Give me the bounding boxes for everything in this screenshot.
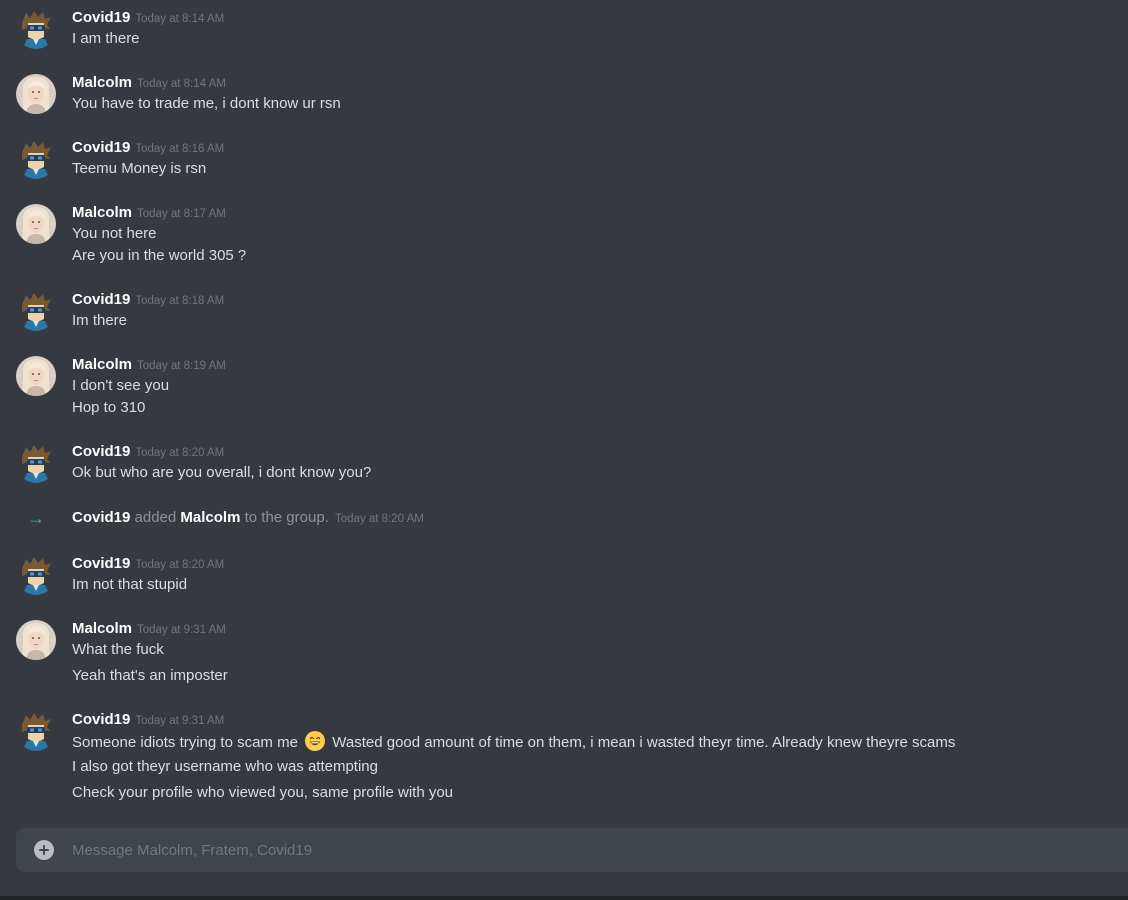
avatar[interactable]	[16, 291, 56, 331]
message-text: What the fuck	[72, 641, 164, 658]
message-text: Yeah that's an imposter	[72, 667, 228, 684]
avatar[interactable]	[16, 620, 56, 660]
message-text-part: Someone idiots trying to scam me	[72, 734, 298, 751]
avatar[interactable]	[16, 555, 56, 595]
avatar[interactable]	[16, 356, 56, 396]
message-text: I also got theyr username who was attemp…	[72, 758, 378, 775]
message-header: Covid19 Today at 8:16 AM	[72, 138, 224, 159]
author-name[interactable]: Covid19	[72, 443, 130, 460]
author-name[interactable]: Covid19	[72, 139, 130, 156]
message-input[interactable]	[72, 828, 1112, 872]
message-text: Are you in the world 305 ?	[72, 247, 247, 264]
message-header: Covid19 Today at 9:31 AM	[72, 710, 224, 731]
message-text: Check your profile who viewed you, same …	[72, 784, 454, 801]
timestamp: Today at 8:14 AM	[135, 13, 225, 25]
timestamp: Today at 8:19 AM	[137, 360, 226, 372]
message-text: I am there	[72, 30, 140, 47]
message-text: Im there	[72, 312, 128, 329]
message-header: Malcolm Today at 8:19 AM	[72, 355, 226, 376]
author-name[interactable]: Malcolm	[72, 620, 132, 637]
timestamp: Today at 8:16 AM	[135, 143, 225, 155]
timestamp: Today at 8:14 AM	[137, 78, 226, 90]
message-text: You have to trade me, i dont know ur rsn	[72, 95, 341, 112]
system-actor[interactable]: Covid19	[72, 509, 130, 526]
system-target[interactable]: Malcolm	[180, 509, 240, 526]
message-text: Someone idiots trying to scam me Wasted …	[72, 730, 955, 759]
message-header: Covid19 Today at 8:20 AM	[72, 554, 224, 575]
timestamp: Today at 8:20 AM	[135, 559, 225, 571]
message-text: Teemu Money is rsn	[72, 160, 207, 177]
avatar[interactable]	[16, 711, 56, 751]
author-name[interactable]: Malcolm	[72, 74, 132, 91]
system-verb: added	[134, 509, 177, 526]
timestamp: Today at 8:17 AM	[137, 208, 226, 220]
timestamp: Today at 8:20 AM	[135, 447, 225, 459]
system-message-text: Covid19 added Malcolm to the group. Toda…	[72, 508, 424, 529]
avatar[interactable]	[16, 74, 56, 114]
avatar[interactable]	[16, 9, 56, 49]
message-text: I don't see you	[72, 377, 170, 394]
author-name[interactable]: Covid19	[72, 9, 130, 26]
message-header: Covid19 Today at 8:18 AM	[72, 290, 224, 311]
timestamp: Today at 8:18 AM	[135, 295, 225, 307]
timestamp: Today at 9:31 AM	[137, 624, 226, 636]
message-header: Malcolm Today at 8:17 AM	[72, 203, 226, 224]
avatar[interactable]	[16, 204, 56, 244]
plus-circle-icon[interactable]	[34, 840, 54, 860]
timestamp: Today at 8:20 AM	[335, 513, 424, 525]
timestamp: Today at 9:31 AM	[135, 715, 225, 727]
author-name[interactable]: Covid19	[72, 291, 130, 308]
message-composer	[16, 828, 1128, 872]
avatar[interactable]	[16, 139, 56, 179]
message-header: Malcolm Today at 8:14 AM	[72, 73, 226, 94]
message-header: Covid19 Today at 8:14 AM	[72, 8, 224, 29]
author-name[interactable]: Malcolm	[72, 204, 132, 221]
message-text-part: Wasted good amount of time on them, i me…	[332, 734, 956, 751]
system-suffix: to the group.	[244, 509, 329, 526]
arrow-right-icon: →	[27, 508, 45, 528]
message-header: Covid19 Today at 8:20 AM	[72, 442, 224, 463]
message-text: Im not that stupid	[72, 576, 188, 593]
author-name[interactable]: Covid19	[72, 711, 130, 728]
chat-messages: Covid19 Today at 8:14 AM I am there Malco…	[0, 0, 1128, 900]
author-name[interactable]: Covid19	[72, 555, 130, 572]
avatar[interactable]	[16, 443, 56, 483]
author-name[interactable]: Malcolm	[72, 356, 132, 373]
message-text: You not here	[72, 225, 157, 242]
grinning-face-icon[interactable]	[304, 730, 326, 759]
bottom-divider	[0, 896, 1128, 900]
message-text: Ok but who are you overall, i dont know …	[72, 464, 372, 481]
message-header: Malcolm Today at 9:31 AM	[72, 619, 226, 640]
message-text: Hop to 310	[72, 399, 146, 416]
